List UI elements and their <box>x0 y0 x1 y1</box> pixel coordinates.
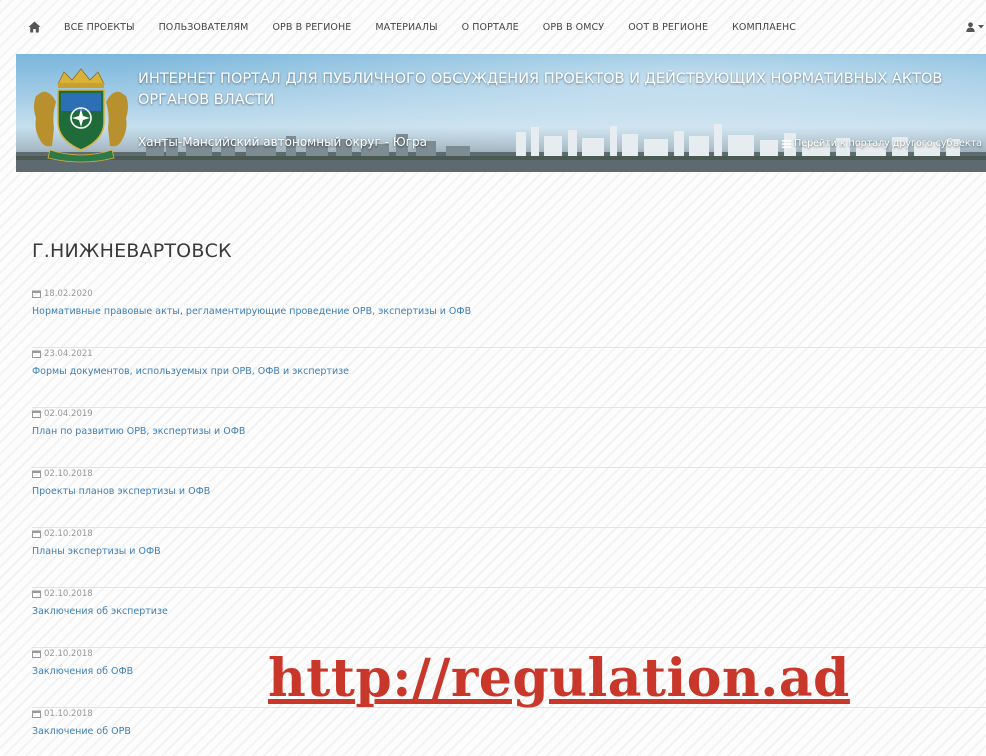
document-link[interactable]: Формы документов, используемых при ОРВ, … <box>32 366 986 377</box>
document-date: 02.10.2018 <box>44 649 93 659</box>
page-title: Г.НИЖНЕВАРТОВСК <box>32 240 232 262</box>
user-menu-toggle[interactable] <box>966 12 986 42</box>
calendar-icon <box>32 710 41 718</box>
document-date: 02.04.2019 <box>44 409 93 419</box>
coat-of-arms-emblem <box>34 68 128 163</box>
other-portal-label: Перейти к порталу другого субъекта <box>794 138 982 149</box>
date-line: 02.10.2018 <box>32 468 986 480</box>
document-link[interactable]: План по развитию ОРВ, экспертизы и ОФВ <box>32 426 986 437</box>
date-line: 02.10.2018 <box>32 528 986 540</box>
nav-item-all-projects[interactable]: ВСЕ ПРОЕКТЫ <box>52 22 147 33</box>
user-icon <box>966 22 975 32</box>
nav-item-compliance[interactable]: КОМПЛАЕНС <box>720 22 808 33</box>
date-line: 23.04.2021 <box>32 348 986 360</box>
document-link[interactable]: Заключения об экспертизе <box>32 606 986 617</box>
list-item: 01.10.2018 Заключение об ОРВ <box>32 708 986 756</box>
list-item: 23.04.2021 Формы документов, используемы… <box>32 348 986 408</box>
portal-title: Интернет портал для публичного обсуждени… <box>138 71 943 108</box>
document-date: 02.10.2018 <box>44 589 93 599</box>
top-navigation: ВСЕ ПРОЕКТЫ ПОЛЬЗОВАТЕЛЯМ ОРВ В РЕГИОНЕ … <box>16 12 986 42</box>
region-name: Ханты-Мансийский автономный округ - Югра <box>138 135 427 149</box>
nav-item-about[interactable]: О ПОРТАЛЕ <box>450 22 531 33</box>
url-watermark: http://regulation.ad <box>268 648 850 709</box>
document-link[interactable]: Нормативные правовые акты, регламентирую… <box>32 306 986 317</box>
nav-item-users[interactable]: ПОЛЬЗОВАТЕЛЯМ <box>147 22 261 33</box>
date-line: 18.02.2020 <box>32 288 986 300</box>
list-icon <box>782 139 792 148</box>
home-icon[interactable] <box>16 12 52 42</box>
caret-down-icon <box>978 25 984 29</box>
calendar-icon <box>32 470 41 478</box>
document-date: 02.10.2018 <box>44 469 93 479</box>
nav-item-orv-region[interactable]: ОРВ В РЕГИОНЕ <box>260 22 363 33</box>
document-link[interactable]: Заключение об ОРВ <box>32 726 986 737</box>
calendar-icon <box>32 410 41 418</box>
header-banner: Интернет портал для публичного обсуждени… <box>16 54 986 172</box>
nav-menu: ВСЕ ПРОЕКТЫ ПОЛЬЗОВАТЕЛЯМ ОРВ В РЕГИОНЕ … <box>52 22 808 33</box>
nav-item-orv-omsu[interactable]: ОРВ В ОМСУ <box>531 22 616 33</box>
calendar-icon <box>32 590 41 598</box>
date-line: 02.10.2018 <box>32 588 986 600</box>
nav-item-materials[interactable]: МАТЕРИАЛЫ <box>363 22 449 33</box>
document-link[interactable]: Планы экспертизы и ОФВ <box>32 546 986 557</box>
document-date: 02.10.2018 <box>44 529 93 539</box>
list-item: 18.02.2020 Нормативные правовые акты, ре… <box>32 288 986 348</box>
date-line: 02.04.2019 <box>32 408 986 420</box>
document-link[interactable]: Проекты планов экспертизы и ОФВ <box>32 486 986 497</box>
list-item: 02.10.2018 Проекты планов экспертизы и О… <box>32 468 986 528</box>
document-date: 18.02.2020 <box>44 289 93 299</box>
list-item: 02.10.2018 Заключения об экспертизе <box>32 588 986 648</box>
nav-item-oot-region[interactable]: ООТ В РЕГИОНЕ <box>616 22 720 33</box>
document-date: 01.10.2018 <box>44 709 93 719</box>
calendar-icon <box>32 530 41 538</box>
calendar-icon <box>32 350 41 358</box>
date-line: 01.10.2018 <box>32 708 986 720</box>
list-item: 02.10.2018 Планы экспертизы и ОФВ <box>32 528 986 588</box>
calendar-icon <box>32 290 41 298</box>
document-date: 23.04.2021 <box>44 349 93 359</box>
calendar-icon <box>32 650 41 658</box>
other-portal-link[interactable]: Перейти к порталу другого субъекта <box>782 138 982 149</box>
list-item: 02.04.2019 План по развитию ОРВ, эксперт… <box>32 408 986 468</box>
